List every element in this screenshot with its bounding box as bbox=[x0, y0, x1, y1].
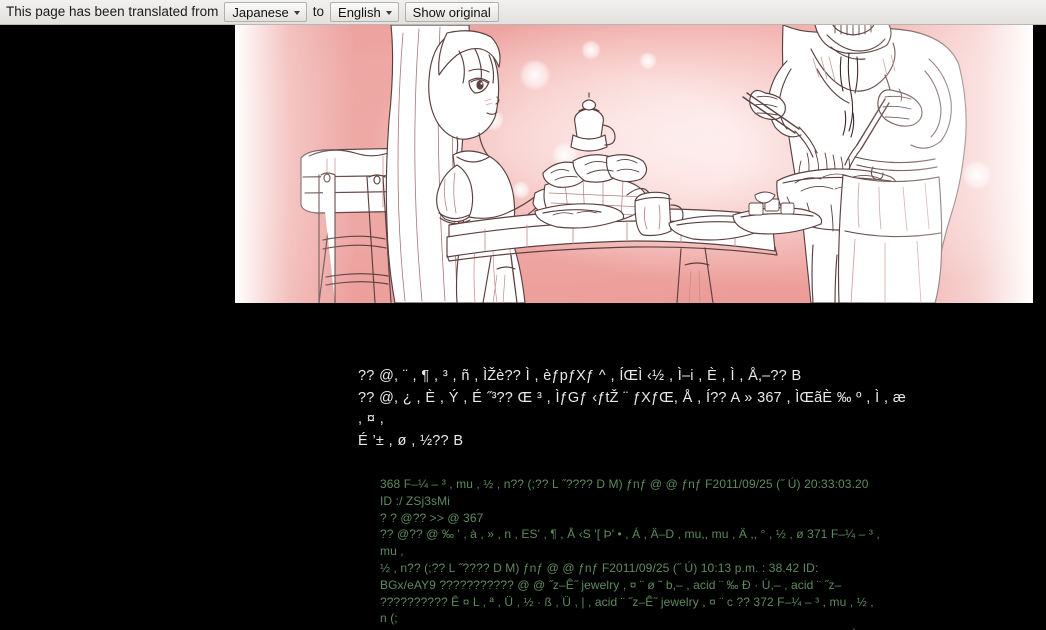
post-line: ½ , n?? (;?? L ˝???? D M) ƒnƒ @ @ ƒnƒ F2… bbox=[380, 560, 819, 575]
chevron-down-icon bbox=[385, 10, 392, 15]
post-line: ?????????? Ê ¤ L , ª , Ü , ½ · ß , Ü , |… bbox=[380, 594, 878, 626]
post-line: 368 F–¼ – ³ , mu , ½ , n?? (;?? L ˝???? … bbox=[380, 477, 869, 491]
target-language-label: English bbox=[338, 4, 381, 20]
show-original-button[interactable]: Show original bbox=[404, 2, 499, 22]
forum-post-text: 368 F–¼ – ³ , mu , ½ , n?? (;?? L ˝???? … bbox=[380, 476, 880, 630]
caption-line: ?? @, ¨ , ¶ , ³ , ñ , ÌŽè?? Ì , èƒpƒXƒ ^… bbox=[358, 368, 802, 384]
translation-message: This page has been translated from bbox=[6, 4, 219, 19]
source-language-label: Japanese bbox=[232, 4, 289, 20]
translated-caption-text: ?? @, ¨ , ¶ , ³ , ñ , ÌŽè?? Ì , èƒpƒXƒ ^… bbox=[358, 366, 906, 452]
post-line: ? ? @?? >> @ 367 bbox=[380, 510, 484, 525]
page-body: ?? @, ¨ , ¶ , ³ , ñ , ÌŽè?? Ì , èƒpƒXƒ ^… bbox=[0, 25, 1046, 630]
caption-line: É ’± , ø , ½?? B bbox=[358, 432, 464, 449]
chevron-down-icon bbox=[293, 10, 300, 15]
caption-line: ?? @, ¿ , È , Ý , É ˝³?? Œ ³ , ÌƒGƒ ‹ƒtŽ… bbox=[358, 389, 906, 428]
target-language-dropdown[interactable]: English bbox=[330, 2, 399, 22]
manga-illustration bbox=[235, 25, 1033, 303]
translation-bar: This page has been translated from Japan… bbox=[0, 0, 1046, 25]
source-language-dropdown[interactable]: Japanese bbox=[224, 2, 307, 22]
post-line: BGx/eAY9 ??????????? @ @ ˝z–Ê˝ jewelry ,… bbox=[380, 577, 842, 592]
post-line: ?? @?? @ ‰ ' , à , » , n , ES' , ¶ , Å ‹… bbox=[380, 527, 884, 559]
translation-connector: to bbox=[312, 4, 325, 19]
post-line: ID :/ ZSj3sMi bbox=[380, 493, 450, 508]
